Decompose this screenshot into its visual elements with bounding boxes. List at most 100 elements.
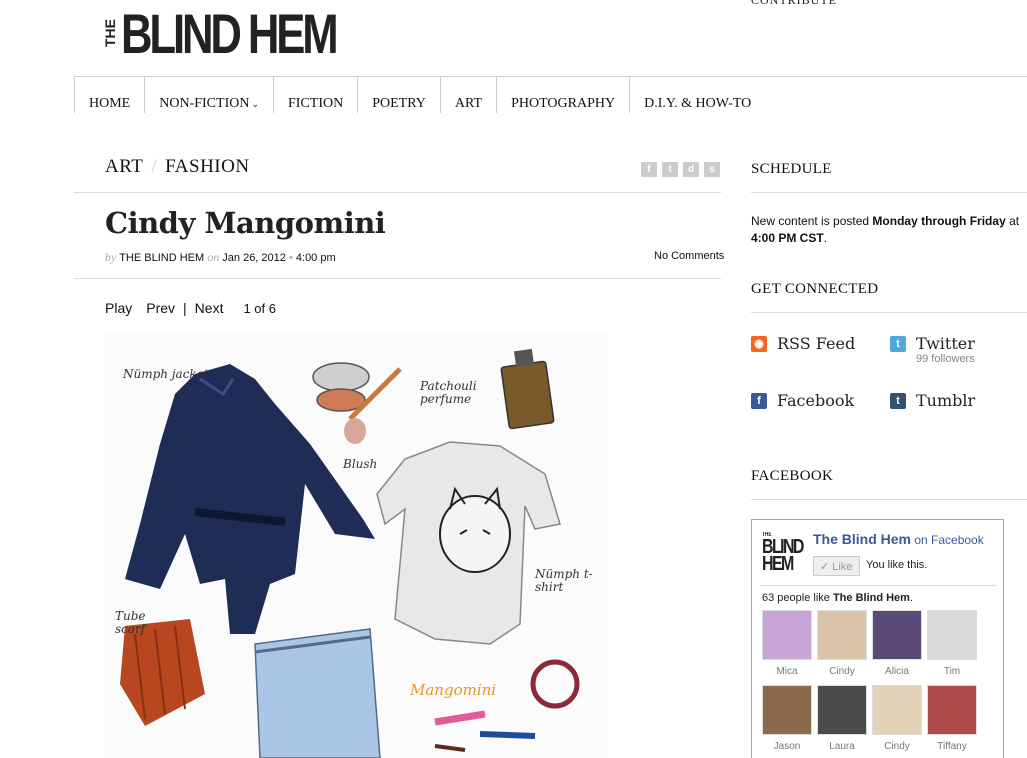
comments-link[interactable]: No Comments bbox=[654, 250, 724, 262]
post-author[interactable]: THE BLIND HEM bbox=[119, 252, 204, 264]
schedule-pre: New content is posted bbox=[751, 214, 873, 228]
main-nav: HOME NON-FICTION ⌄ FICTION POETRY ART PHO… bbox=[74, 76, 1027, 113]
breadcrumb-separator: / bbox=[151, 156, 158, 177]
nav-home[interactable]: HOME bbox=[74, 77, 144, 113]
meta-on: on bbox=[207, 250, 220, 264]
fb-logo-line: HEM bbox=[762, 553, 794, 575]
divider bbox=[751, 312, 1027, 313]
post-time: 4:00 pm bbox=[295, 252, 336, 264]
nav-photography[interactable]: PHOTOGRAPHY bbox=[496, 77, 629, 113]
fb-like-button[interactable]: ✓ Like bbox=[813, 556, 860, 576]
nav-label: NON-FICTION bbox=[159, 96, 250, 111]
contribute-link[interactable]: CONTRIBUTE bbox=[751, 0, 837, 8]
facebook-icon[interactable]: f bbox=[641, 162, 657, 177]
facebook-icon: f bbox=[751, 393, 767, 409]
fb-count-end: . bbox=[909, 592, 914, 604]
fb-page-name-text: The Blind Hem bbox=[813, 531, 912, 547]
label-mangomini: Mangomini bbox=[410, 681, 497, 699]
fb-count-page: The Blind Hem bbox=[832, 592, 910, 604]
nav-label: POETRY bbox=[372, 96, 426, 111]
fan-avatar[interactable]: Laura bbox=[817, 685, 867, 752]
breadcrumb-art[interactable]: ART bbox=[105, 156, 143, 177]
post-title: Cindy Mangomini bbox=[105, 206, 386, 240]
next-button[interactable]: Next bbox=[195, 300, 224, 316]
schedule-mid: at bbox=[1005, 214, 1020, 228]
nav-non-fiction[interactable]: NON-FICTION ⌄ bbox=[144, 77, 273, 113]
rss-icon: ◉ bbox=[751, 336, 767, 352]
stumbleupon-icon[interactable]: s bbox=[704, 162, 720, 177]
divider bbox=[751, 192, 1027, 193]
fan-avatar[interactable]: Tim bbox=[927, 610, 977, 677]
schedule-days: Monday through Friday bbox=[872, 214, 1006, 228]
fan-name: Cindy bbox=[829, 666, 855, 677]
facebook-link[interactable]: f Facebook bbox=[751, 391, 854, 410]
facebook-heading: FACEBOOK bbox=[751, 468, 834, 484]
avatar bbox=[872, 610, 922, 660]
rss-label: RSS Feed bbox=[777, 334, 856, 353]
logo-the: THE bbox=[102, 19, 118, 47]
facebook-like-box: THE BLIND HEM The Blind Hem on Facebook … bbox=[751, 519, 1004, 758]
tumblr-icon: t bbox=[890, 393, 906, 409]
schedule-text: New content is posted Monday through Fri… bbox=[751, 213, 1027, 247]
slideshow-controls: Play Prev | Next 1 of 6 bbox=[105, 300, 276, 316]
fb-page-logo[interactable]: THE BLIND HEM bbox=[762, 532, 804, 575]
nav-poetry[interactable]: POETRY bbox=[357, 77, 440, 113]
fan-avatar[interactable]: Cindy bbox=[817, 610, 867, 677]
share-icons: f t d s bbox=[641, 162, 720, 177]
avatar bbox=[872, 685, 922, 735]
delicious-icon[interactable]: d bbox=[683, 162, 699, 177]
fb-count-pre: 63 people like bbox=[762, 592, 833, 604]
nav-art[interactable]: ART bbox=[439, 77, 496, 113]
slide-illustration[interactable]: Nümph jacket Blush Patchouli perfume Nüm… bbox=[105, 334, 607, 758]
twitter-icon: t bbox=[890, 336, 906, 352]
nav-fiction[interactable]: FICTION bbox=[273, 77, 357, 113]
play-button[interactable]: Play bbox=[105, 300, 132, 316]
label-scarf: Tube scarf bbox=[115, 609, 146, 636]
nav-label: D.I.Y. & HOW-TO bbox=[644, 96, 752, 111]
avatar bbox=[762, 685, 812, 735]
breadcrumb: ART / FASHION bbox=[105, 156, 250, 178]
fan-avatar[interactable]: Tiffany bbox=[927, 685, 977, 752]
avatar bbox=[927, 610, 977, 660]
rss-feed-link[interactable]: ◉ RSS Feed bbox=[751, 334, 855, 353]
twitter-followers: 99 followers bbox=[916, 353, 975, 365]
schedule-time: 4:00 PM CST bbox=[751, 231, 824, 245]
prev-button[interactable]: Prev bbox=[146, 300, 175, 316]
logo-main: BLIND HEM bbox=[121, 2, 339, 65]
divider bbox=[751, 499, 1027, 500]
tumblr-label: Tumblr bbox=[916, 391, 976, 410]
avatar bbox=[817, 685, 867, 735]
breadcrumb-fashion[interactable]: FASHION bbox=[165, 156, 249, 177]
fan-avatar[interactable]: Jason bbox=[762, 685, 812, 752]
meta-by: by bbox=[105, 250, 117, 264]
site-logo[interactable]: THE BLIND HEM bbox=[102, 2, 396, 65]
fan-avatar[interactable]: Cindy bbox=[872, 685, 922, 752]
avatar bbox=[817, 610, 867, 660]
schedule-end: . bbox=[823, 231, 828, 245]
avatar bbox=[762, 610, 812, 660]
post-meta: by THE BLIND HEM on Jan 26, 2012 • 4:00 … bbox=[105, 250, 336, 265]
fan-avatar[interactable]: Mica bbox=[762, 610, 812, 677]
control-divider: | bbox=[183, 300, 187, 316]
post-date: Jan 26, 2012 bbox=[222, 252, 286, 264]
label-jacket: Nümph jacket bbox=[123, 367, 209, 381]
slide-counter: 1 of 6 bbox=[243, 301, 276, 316]
twitter-icon[interactable]: t bbox=[662, 162, 678, 177]
nav-diy[interactable]: D.I.Y. & HOW-TO bbox=[629, 77, 765, 113]
fashion-illustration bbox=[120, 348, 580, 758]
twitter-link[interactable]: t Twitter 99 followers bbox=[890, 334, 975, 365]
connected-heading: GET CONNECTED bbox=[751, 281, 879, 297]
fb-page-name[interactable]: The Blind Hem on Facebook bbox=[813, 531, 984, 547]
fan-name: Jason bbox=[773, 741, 801, 752]
meta-bullet: • bbox=[288, 252, 293, 264]
fan-name: Tim bbox=[943, 666, 961, 677]
fan-avatar[interactable]: Alicia bbox=[872, 610, 922, 677]
tumblr-link[interactable]: t Tumblr bbox=[890, 391, 975, 410]
twitter-label: Twitter bbox=[916, 334, 975, 353]
label-perfume: Patchouli perfume bbox=[420, 379, 477, 406]
divider bbox=[74, 278, 721, 279]
schedule-heading: SCHEDULE bbox=[751, 161, 832, 177]
fan-name: Laura bbox=[829, 741, 855, 752]
divider bbox=[760, 585, 997, 586]
fan-name: Alicia bbox=[885, 666, 909, 677]
